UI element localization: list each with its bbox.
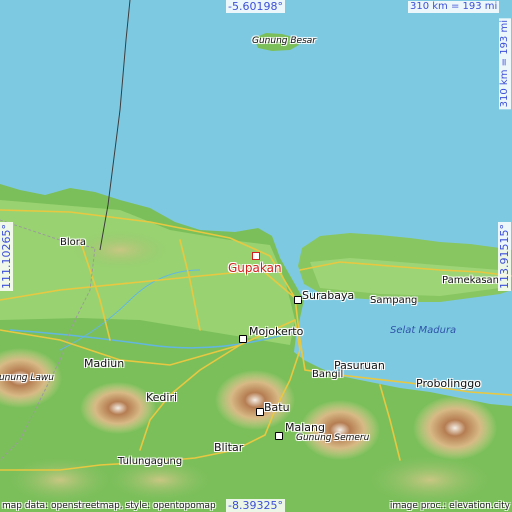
peak-label-gunung-lawu[interactable]: Gunung Lawu xyxy=(0,374,54,383)
coord-left: 111.10265° xyxy=(0,222,13,291)
mojokerto-dot xyxy=(239,335,247,343)
target-location-marker[interactable] xyxy=(252,252,260,260)
malang-dot xyxy=(275,432,283,440)
credit-right: image proc.: elevation.city xyxy=(389,501,510,511)
peak-label-gunung-besar[interactable]: Gunung Besar xyxy=(252,37,316,46)
city-label-surabaya[interactable]: Surabaya xyxy=(302,290,354,301)
city-label-madiun[interactable]: Madiun xyxy=(84,358,124,369)
coord-bottom: -8.39325° xyxy=(226,499,285,512)
city-label-pamekasan[interactable]: Pamekasan xyxy=(442,276,499,286)
coord-top: -5.60198° xyxy=(226,0,285,13)
city-label-sampang[interactable]: Sampang xyxy=(370,296,417,306)
batu-dot xyxy=(256,408,264,416)
sea-label-selat-madura: Selat Madura xyxy=(390,325,457,336)
city-label-blitar[interactable]: Blitar xyxy=(214,442,243,453)
city-label-blora[interactable]: Blora xyxy=(60,238,86,248)
surabaya-dot xyxy=(294,296,302,304)
city-label-malang[interactable]: Malang xyxy=(285,422,325,433)
city-label-bangil[interactable]: Bangil xyxy=(312,370,343,380)
target-location-label[interactable]: Gupakan xyxy=(228,262,282,274)
city-label-tulungagung[interactable]: Tulungagung xyxy=(118,457,182,467)
city-label-kediri[interactable]: Kediri xyxy=(146,392,177,403)
city-label-batu[interactable]: Batu xyxy=(264,402,290,413)
coord-right: 113.91515° xyxy=(498,222,511,291)
peak-label-gunung-semeru[interactable]: Gunung Semeru xyxy=(296,434,369,443)
credit-left: map data: openstreetmap, style: opentopo… xyxy=(2,501,216,511)
city-label-probolinggo[interactable]: Probolinggo xyxy=(416,378,481,389)
scale-label-top: 310 km = 193 mi xyxy=(408,1,500,13)
city-label-mojokerto[interactable]: Mojokerto xyxy=(249,326,303,337)
topographic-map[interactable]: Gupakan Surabaya Mojokerto Pasuruan Prob… xyxy=(0,0,512,512)
scale-label-right: 310 km = 193 mi xyxy=(499,18,511,110)
